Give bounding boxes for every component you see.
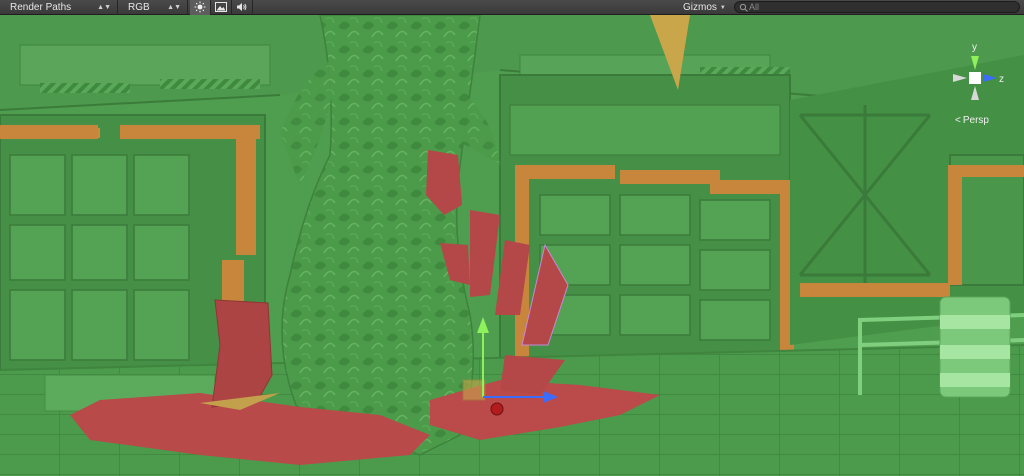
orientation-center-cube[interactable]	[969, 72, 981, 84]
z-axis-label: z	[999, 74, 1004, 85]
scene-render	[0, 15, 1024, 476]
color-channel-dropdown[interactable]: RGB ▲▼	[118, 0, 188, 15]
render-mode-dropdown[interactable]: Render Paths ▲▼	[0, 0, 118, 15]
search-input[interactable]	[749, 1, 1009, 13]
render-mode-label: Render Paths	[10, 2, 72, 13]
sun-icon	[194, 1, 206, 13]
projection-toggle[interactable]: < Persp	[955, 115, 989, 126]
scene-viewport[interactable]: y z < Persp	[0, 15, 1024, 476]
search-icon	[739, 3, 748, 12]
gizmos-dropdown[interactable]: Gizmos ▼	[683, 0, 733, 15]
dropdown-arrows-icon: ▲▼	[167, 4, 181, 11]
image-icon	[215, 2, 227, 12]
color-channel-label: RGB	[128, 2, 150, 13]
dropdown-arrows-icon: ▲▼	[97, 4, 111, 11]
scene-lighting-toggle[interactable]	[190, 0, 211, 15]
gizmos-label: Gizmos	[683, 2, 717, 13]
scene-audio-toggle[interactable]	[232, 0, 253, 15]
y-axis-cone[interactable]	[971, 56, 979, 70]
orientation-gizmo[interactable]: y z	[945, 40, 1005, 110]
neg-y-axis-cone[interactable]	[971, 86, 979, 100]
y-axis-label: y	[972, 42, 977, 53]
scene-image-toggle[interactable]	[211, 0, 232, 15]
scene-toolbar: Render Paths ▲▼ RGB ▲▼ Gizmos ▼	[0, 0, 1024, 15]
neg-x-axis-cone[interactable]	[953, 74, 967, 82]
chevron-down-icon: ▼	[719, 5, 726, 11]
scene-search	[734, 1, 1020, 13]
chevron-left-icon: <	[955, 115, 961, 126]
speaker-icon	[237, 3, 247, 11]
z-axis-cone[interactable]	[983, 74, 997, 82]
projection-label: Persp	[962, 115, 989, 126]
